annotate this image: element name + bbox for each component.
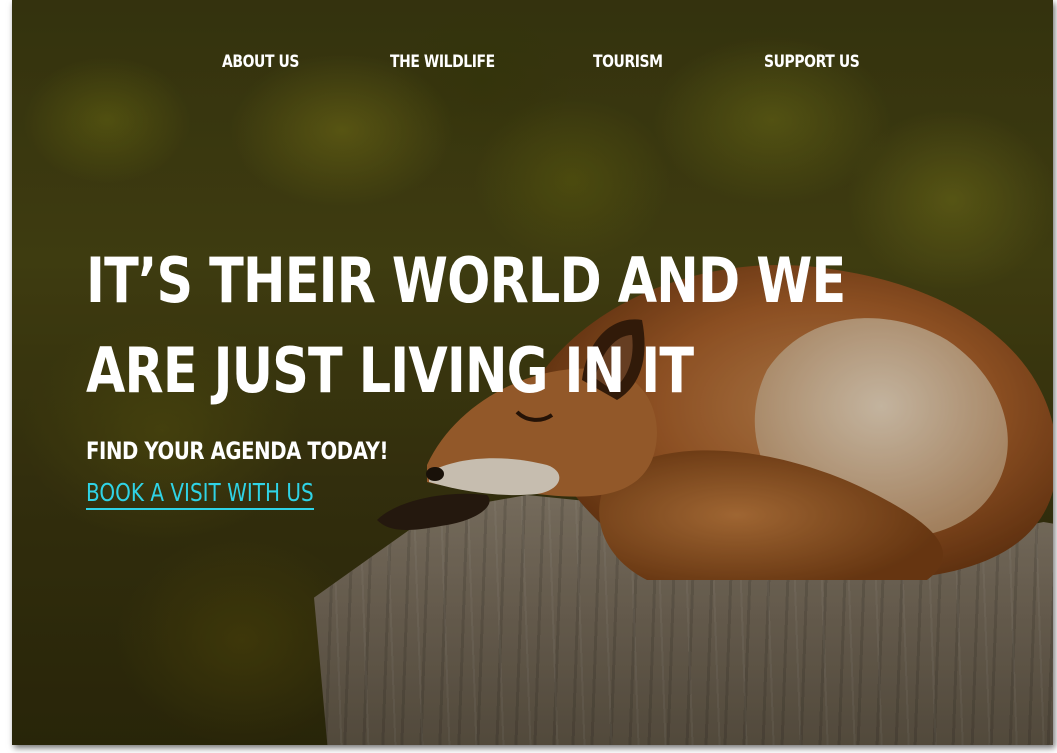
nav-link-support-us[interactable]: SUPPORT US: [764, 52, 860, 72]
hero-section: ABOUT US THE WILDLIFE TOURISM SUPPORT US…: [12, 0, 1053, 745]
main-navigation: ABOUT US THE WILDLIFE TOURISM SUPPORT US: [12, 52, 1053, 80]
book-visit-link[interactable]: BOOK A VISIT WITH US: [86, 478, 314, 510]
hero-subheading: FIND YOUR AGENDA TODAY!: [86, 437, 389, 465]
nav-link-about-us[interactable]: ABOUT US: [222, 52, 299, 72]
nav-link-tourism[interactable]: TOURISM: [593, 52, 663, 72]
nav-link-the-wildlife[interactable]: THE WILDLIFE: [390, 52, 495, 72]
hero-headline-line-1: IT’S THEIR WORLD AND WE: [86, 244, 846, 317]
hero-headline: IT’S THEIR WORLD AND WE ARE JUST LIVING …: [86, 236, 846, 416]
hero-headline-line-2: ARE JUST LIVING IN IT: [86, 334, 694, 407]
